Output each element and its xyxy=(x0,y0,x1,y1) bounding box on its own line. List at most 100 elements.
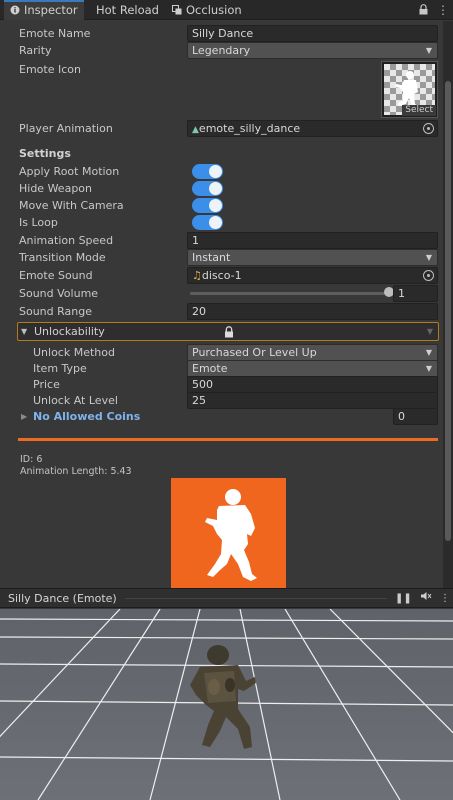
tab-hot-reload[interactable]: Hot Reload xyxy=(96,0,166,20)
dancer-silhouette-icon xyxy=(205,489,257,581)
item-type-row: Item Type Emote ▼ xyxy=(0,360,443,377)
settings-header: Settings xyxy=(19,147,71,160)
emote-sound-row: Emote Sound ♫disco-1 xyxy=(0,267,443,284)
item-type-value: Emote xyxy=(192,362,228,375)
item-type-label: Item Type xyxy=(33,362,87,375)
emote-preview-image xyxy=(171,478,286,588)
object-picker-icon[interactable] xyxy=(423,123,434,134)
chevron-down-icon: ▼ xyxy=(426,327,433,336)
price-row: Price 500 xyxy=(0,376,443,393)
player-animation-field[interactable]: ▲emote_silly_dance xyxy=(187,120,438,137)
animation-length-text: Animation Length: 5.43 xyxy=(20,466,132,477)
object-picker-icon[interactable] xyxy=(423,270,434,281)
window-tab-bar: Inspector Hot Reload Occlusion ⋮ xyxy=(0,0,453,20)
accent-divider xyxy=(18,438,438,441)
hide-weapon-toggle[interactable] xyxy=(192,181,223,196)
occlusion-icon xyxy=(172,0,182,20)
move-with-camera-label: Move With Camera xyxy=(19,199,124,212)
rarity-label: Rarity xyxy=(19,44,52,57)
move-with-camera-toggle[interactable] xyxy=(192,198,223,213)
chevron-down-icon: ▼ xyxy=(425,46,432,55)
no-allowed-coins-count[interactable]: 0 xyxy=(393,408,438,425)
preview-header: Silly Dance (Emote) ❚❚ ⋮ xyxy=(0,588,453,608)
transition-mode-value: Instant xyxy=(192,251,231,264)
more-options-icon[interactable]: ⋮ xyxy=(437,591,453,606)
is-loop-label: Is Loop xyxy=(19,216,58,229)
emote-name-input[interactable]: Silly Dance xyxy=(187,25,438,42)
unlockability-foldout[interactable]: ▼ Unlockability ▼ xyxy=(17,322,439,341)
hide-weapon-row: Hide Weapon xyxy=(0,180,443,197)
unlock-method-label: Unlock Method xyxy=(33,346,115,359)
apply-root-motion-row: Apply Root Motion xyxy=(0,163,443,180)
audio-mute-icon[interactable] xyxy=(418,591,434,606)
move-with-camera-row: Move With Camera xyxy=(0,197,443,214)
player-animation-row: Player Animation ▲emote_silly_dance xyxy=(0,120,443,137)
sound-range-row: Sound Range 20 xyxy=(0,303,443,320)
chevron-down-icon: ▼ xyxy=(425,348,432,357)
is-loop-row: Is Loop xyxy=(0,214,443,231)
no-allowed-coins-row: ▶ No Allowed Coins 0 xyxy=(0,408,443,425)
emote-name-label: Emote Name xyxy=(19,27,91,40)
more-options-icon[interactable]: ⋮ xyxy=(437,3,449,17)
sound-volume-label: Sound Volume xyxy=(19,287,99,300)
tab-occlusion[interactable]: Occlusion xyxy=(172,0,252,20)
foldout-expanded-icon: ▼ xyxy=(21,327,28,336)
animation-clip-icon: ▲ xyxy=(192,125,199,135)
emote-icon-label: Emote Icon xyxy=(19,63,81,76)
sound-range-label: Sound Range xyxy=(19,305,92,318)
unlock-at-level-label: Unlock At Level xyxy=(33,394,118,407)
tab-label: Inspector xyxy=(24,3,78,17)
unlock-at-level-input[interactable]: 25 xyxy=(187,392,438,409)
select-button[interactable]: Select xyxy=(402,105,436,116)
inspector-scrollbar[interactable] xyxy=(443,21,453,588)
emote-icon-row: Emote Icon xyxy=(0,61,443,78)
foldout-collapsed-icon[interactable]: ▶ xyxy=(21,408,27,425)
player-animation-label: Player Animation xyxy=(19,122,113,135)
is-loop-toggle[interactable] xyxy=(192,215,223,230)
rarity-value: Legendary xyxy=(192,44,251,57)
sound-volume-input[interactable]: 1 xyxy=(393,285,438,302)
preview-viewport[interactable] xyxy=(0,609,453,800)
scrollbar-thumb[interactable] xyxy=(445,81,451,541)
rarity-row: Rarity Legendary ▼ xyxy=(0,42,443,59)
unlockability-label: Unlockability xyxy=(34,325,105,338)
chevron-down-icon: ▼ xyxy=(425,253,432,262)
lock-icon[interactable] xyxy=(419,3,432,17)
preview-title: Silly Dance (Emote) xyxy=(8,592,117,605)
transition-mode-dropdown[interactable]: Instant ▼ xyxy=(187,249,438,266)
item-type-dropdown[interactable]: Emote ▼ xyxy=(187,360,438,377)
sound-volume-slider[interactable] xyxy=(190,292,390,295)
chevron-down-icon: ▼ xyxy=(425,364,432,373)
audio-clip-icon: ♫ xyxy=(192,269,202,282)
no-allowed-coins-label[interactable]: No Allowed Coins xyxy=(33,408,140,425)
unlock-method-value: Purchased Or Level Up xyxy=(192,346,317,359)
preview-divider xyxy=(125,598,387,599)
animation-speed-row: Animation Speed 1 xyxy=(0,232,443,249)
preview-grid xyxy=(0,609,453,800)
emote-sound-label: Emote Sound xyxy=(19,269,93,282)
info-icon xyxy=(10,2,20,19)
tab-controls: ⋮ xyxy=(419,0,449,20)
emote-icon-picker[interactable]: Select xyxy=(381,61,438,118)
tab-label: Hot Reload xyxy=(96,3,159,17)
unlock-at-level-row: Unlock At Level 25 xyxy=(0,392,443,409)
emote-id-text: ID: 6 xyxy=(20,454,43,465)
player-animation-value: emote_silly_dance xyxy=(198,122,301,135)
unlock-method-dropdown[interactable]: Purchased Or Level Up ▼ xyxy=(187,344,438,361)
emote-sound-value: disco-1 xyxy=(201,269,242,282)
price-input[interactable]: 500 xyxy=(187,376,438,393)
transition-mode-row: Transition Mode Instant ▼ xyxy=(0,249,443,266)
tab-inspector[interactable]: Inspector xyxy=(4,0,84,20)
emote-sound-field[interactable]: ♫disco-1 xyxy=(187,267,438,284)
apply-root-motion-toggle[interactable] xyxy=(192,164,223,179)
unlock-method-row: Unlock Method Purchased Or Level Up ▼ xyxy=(0,344,443,361)
hide-weapon-label: Hide Weapon xyxy=(19,182,92,195)
emote-name-row: Emote Name Silly Dance xyxy=(0,25,443,42)
transition-mode-label: Transition Mode xyxy=(19,251,106,264)
pause-icon[interactable]: ❚❚ xyxy=(395,591,412,606)
tab-label: Occlusion xyxy=(186,3,242,17)
price-label: Price xyxy=(33,378,60,391)
sound-range-input[interactable]: 20 xyxy=(187,303,438,320)
rarity-dropdown[interactable]: Legendary ▼ xyxy=(187,42,438,59)
animation-speed-input[interactable]: 1 xyxy=(187,232,438,249)
